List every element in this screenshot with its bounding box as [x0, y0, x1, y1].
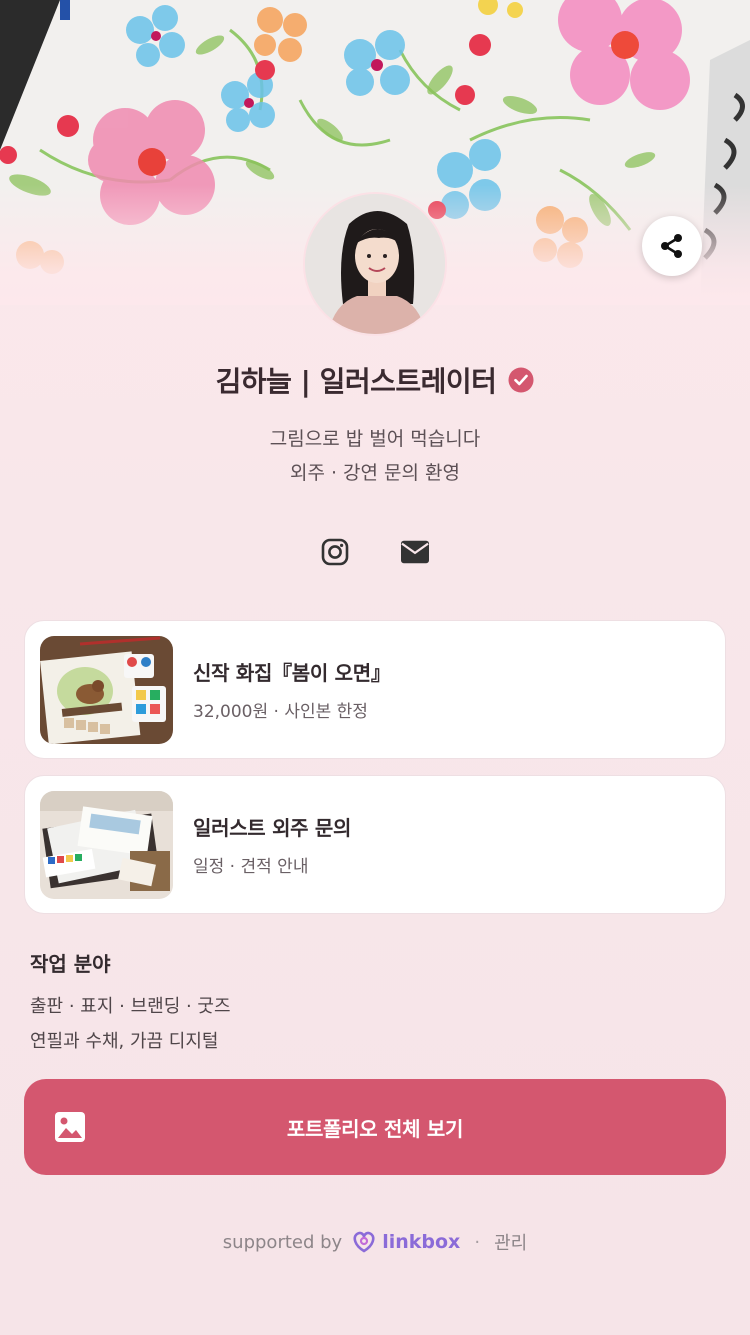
share-icon — [661, 234, 682, 258]
bio-line-1: 그림으로 밥 벌어 먹습니다 — [269, 428, 481, 450]
footer: supported by linkbox · 관리 — [0, 1226, 750, 1258]
card-title: 신작 화집『봄이 오면』 — [193, 661, 391, 685]
bio-line-2: 외주 · 강연 문의 환영 — [289, 462, 461, 484]
linkbox-brand-link[interactable]: linkbox — [352, 1231, 460, 1253]
instagram-link[interactable] — [321, 538, 349, 566]
portfolio-button-label: 포트폴리오 전체 보기 — [286, 1116, 464, 1141]
card-subtitle: 32,000원 · 사인본 한정 — [193, 702, 368, 722]
card-thumbnail — [40, 791, 173, 899]
instagram-icon — [321, 538, 349, 566]
work-line-1: 출판 · 표지 · 브랜딩 · 굿즈 — [30, 996, 231, 1017]
social-links — [0, 538, 750, 578]
footer-separator: · — [474, 1231, 481, 1253]
email-link[interactable] — [401, 538, 429, 566]
profile-name: 김하늘 | 일러스트레이터 — [215, 365, 497, 398]
supported-by-label: supported by — [222, 1231, 343, 1253]
profile-bio: 그림으로 밥 벌어 먹습니다 외주 · 강연 문의 환영 — [0, 422, 750, 490]
profile-name-row: 김하늘 | 일러스트레이터 — [0, 358, 750, 402]
share-button[interactable] — [642, 216, 702, 276]
verified-check-icon — [508, 367, 534, 393]
avatar — [303, 192, 447, 336]
link-card-art-book[interactable]: 신작 화집『봄이 오면』 32,000원 · 사인본 한정 — [24, 620, 726, 759]
link-card-commission[interactable]: 일러스트 외주 문의 일정 · 견적 안내 — [24, 775, 726, 914]
portfolio-button[interactable]: 포트폴리오 전체 보기 — [24, 1079, 726, 1175]
linkbox-logo-icon — [353, 1231, 375, 1253]
card-title: 일러스트 외주 문의 — [193, 816, 352, 840]
envelope-icon — [401, 540, 429, 564]
card-thumbnail — [40, 636, 173, 744]
work-line-2: 연필과 수채, 가끔 디지털 — [30, 1031, 219, 1052]
card-subtitle: 일정 · 견적 안내 — [193, 857, 309, 877]
profile-page: 김하늘 | 일러스트레이터 그림으로 밥 벌어 먹습니다 외주 · 강연 문의 … — [0, 0, 750, 1335]
work-section-title: 작업 분야 — [30, 952, 111, 976]
linkbox-brand-name: linkbox — [382, 1231, 461, 1253]
manage-link[interactable]: 관리 — [494, 1229, 527, 1255]
image-icon — [55, 1112, 85, 1142]
